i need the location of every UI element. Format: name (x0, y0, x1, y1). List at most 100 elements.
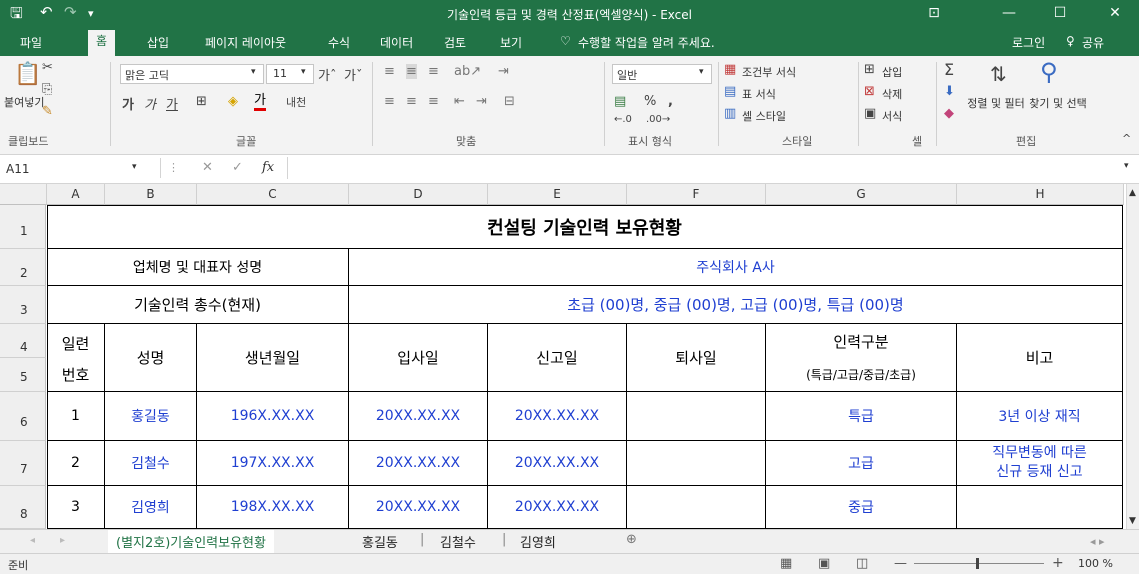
cell-name[interactable]: 홍길동 (105, 392, 197, 441)
zoom-level[interactable]: 100 % (1078, 557, 1113, 570)
cell-grade[interactable]: 고급 (766, 441, 957, 486)
cell-no[interactable]: 3 (47, 486, 105, 529)
ribbon-display-icon[interactable]: ⊡ (917, 2, 951, 24)
font-color-button[interactable]: 가 (254, 94, 266, 111)
scroll-up-icon[interactable]: ▲ (1129, 188, 1136, 198)
page-layout-view-icon[interactable]: ▣ (818, 556, 830, 571)
merge-center-icon[interactable]: ⊟ (504, 94, 515, 109)
italic-button[interactable]: 가 (144, 94, 156, 113)
close-button[interactable]: ✕ (1098, 2, 1132, 24)
header-leave[interactable]: 퇴사일 (627, 324, 766, 392)
orientation-icon[interactable]: ab↗ (454, 64, 481, 79)
tab-data[interactable]: 데이터 (380, 34, 413, 51)
column-header-c[interactable]: C (197, 184, 349, 205)
cell-style-button[interactable]: 셀 스타일 (742, 108, 786, 124)
tell-me-box[interactable]: 수행할 작업을 알려 주세요. (578, 34, 715, 51)
select-all-corner[interactable] (0, 184, 47, 205)
staff-label-cell[interactable]: 기술인력 총수(현재) (47, 286, 349, 324)
page-break-view-icon[interactable]: ◫ (856, 556, 868, 571)
row-header-1[interactable]: 1 (0, 205, 46, 249)
bold-button[interactable]: 가 (122, 94, 134, 113)
minimize-button[interactable]: — (992, 2, 1026, 24)
insert-cells-button[interactable]: 삽입 (882, 64, 902, 80)
header-join[interactable]: 입사일 (349, 324, 488, 392)
fill-color-icon[interactable]: ◈ (228, 94, 238, 109)
align-middle-icon[interactable]: ≡ (406, 64, 417, 79)
decrease-indent-icon[interactable]: ⇤ (454, 94, 465, 109)
column-header-b[interactable]: B (105, 184, 197, 205)
cell-no[interactable]: 1 (47, 392, 105, 441)
cell-join[interactable]: 20XX.XX.XX (349, 441, 488, 486)
header-name[interactable]: 성명 (105, 324, 197, 392)
cell-grade[interactable]: 특급 (766, 392, 957, 441)
align-center-icon[interactable]: ≡ (406, 94, 417, 109)
cell-birth[interactable]: 197X.XX.XX (197, 441, 349, 486)
align-bottom-icon[interactable]: ≡ (428, 64, 439, 79)
cell-join[interactable]: 20XX.XX.XX (349, 392, 488, 441)
increase-indent-icon[interactable]: ⇥ (476, 94, 487, 109)
sheet-tab-active[interactable]: (별지2호)기술인력보유현황 (108, 530, 274, 555)
insert-function-button[interactable]: fx (262, 160, 274, 175)
row-header-3[interactable]: 3 (0, 286, 46, 324)
cell-leave[interactable] (627, 392, 766, 441)
row-header-7[interactable]: 7 (0, 441, 46, 486)
grow-font-icon[interactable]: 가ˆ (318, 65, 336, 84)
row-header-2[interactable]: 2 (0, 249, 46, 286)
staff-value-cell[interactable]: 초급 (00)명, 중급 (00)명, 고급 (00)명, 특급 (00)명 (349, 286, 1123, 324)
cancel-icon[interactable]: ✕ (202, 160, 213, 175)
font-name-select[interactable]: 맑은 고딕 ▾ (120, 64, 264, 84)
tab-view[interactable]: 보기 (500, 34, 522, 51)
column-header-d[interactable]: D (349, 184, 488, 205)
prev-sheet-icon[interactable]: ◂ (30, 535, 35, 546)
row-header-4[interactable]: 4 (0, 324, 46, 358)
tab-page-layout[interactable]: 페이지 레이아웃 (205, 34, 286, 51)
column-header-h[interactable]: H (957, 184, 1124, 205)
cut-icon[interactable]: ✂ (42, 60, 53, 75)
wrap-text-icon[interactable]: ⇥ (498, 64, 509, 79)
tab-insert[interactable]: 삽입 (147, 34, 169, 51)
zoom-out-icon[interactable]: — (894, 556, 907, 571)
cell-leave[interactable] (627, 486, 766, 529)
expand-formula-icon[interactable]: ▾ (1124, 161, 1129, 171)
tab-review[interactable]: 검토 (444, 34, 466, 51)
phonetic-icon[interactable]: 내천 (286, 94, 306, 110)
shrink-font-icon[interactable]: 가ˇ (344, 65, 362, 84)
next-sheet-icon[interactable]: ▸ (60, 535, 65, 546)
tab-file[interactable]: 파일 (20, 34, 42, 51)
border-icon[interactable]: ⊞ (196, 94, 207, 109)
row-header-6[interactable]: 6 (0, 392, 46, 441)
format-cells-button[interactable]: 서식 (882, 108, 902, 124)
column-header-f[interactable]: F (627, 184, 766, 205)
header-report[interactable]: 신고일 (488, 324, 627, 392)
row-header-5[interactable]: 5 (0, 358, 46, 392)
decrease-decimal-icon[interactable]: .00→ (646, 114, 670, 125)
header-note[interactable]: 비고 (957, 324, 1123, 392)
fill-icon[interactable]: ⬇ (944, 84, 955, 99)
cell-note[interactable]: 3년 이상 재직 (957, 392, 1123, 441)
zoom-in-icon[interactable]: + (1052, 555, 1064, 571)
accounting-format-icon[interactable]: ▤ (614, 94, 626, 109)
find-select-button[interactable]: 찾기 및 선택 (1028, 96, 1088, 112)
sheet-tab[interactable]: 김철수 (440, 532, 476, 551)
header-grade[interactable]: 인력구분 (766, 324, 957, 358)
name-box[interactable]: A11 ▾ (2, 158, 161, 178)
vertical-scrollbar[interactable]: ▲ ▼ (1126, 184, 1139, 529)
zoom-slider-thumb[interactable] (976, 558, 979, 569)
conditional-format-button[interactable]: 조건부 서식 (742, 64, 796, 80)
cell-report[interactable]: 20XX.XX.XX (488, 486, 627, 529)
underline-button[interactable]: 가 (166, 94, 178, 113)
cell-birth[interactable]: 198X.XX.XX (197, 486, 349, 529)
sheet-title[interactable]: 컨설팅 기술인력 보유현황 (47, 205, 1123, 249)
scroll-down-icon[interactable]: ▼ (1129, 516, 1136, 526)
row-header-8[interactable]: 8 (0, 486, 46, 529)
header-no-line2[interactable]: 번호 (47, 358, 105, 392)
share-button[interactable]: 공유 (1082, 34, 1104, 51)
header-grade-sub[interactable]: (특급/고급/중급/초급) (766, 358, 957, 392)
column-header-g[interactable]: G (766, 184, 957, 205)
table-format-button[interactable]: 표 서식 (742, 86, 776, 102)
normal-view-icon[interactable]: ▦ (780, 556, 792, 571)
align-top-icon[interactable]: ≡ (384, 64, 395, 79)
column-header-e[interactable]: E (488, 184, 627, 205)
collapse-ribbon-icon[interactable]: ^ (1122, 132, 1131, 145)
company-value-cell[interactable]: 주식회사 A사 (349, 249, 1123, 286)
